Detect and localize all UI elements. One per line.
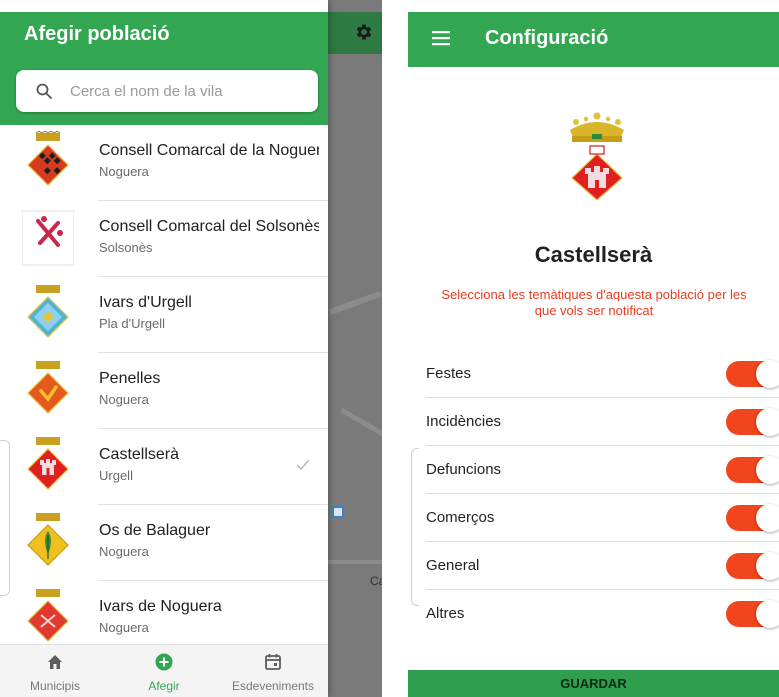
nav-esdeveniments[interactable]: Esdeveniments	[218, 645, 328, 697]
topic-label: Incidències	[426, 413, 502, 430]
topic-row-comercos: Comerços	[426, 494, 779, 542]
topic-label: Festes	[426, 365, 472, 382]
search-icon	[36, 83, 52, 99]
map-label: Ca	[370, 574, 382, 588]
town-title: Castellserà	[534, 242, 653, 267]
toggle-knob	[756, 408, 779, 436]
penelles-crest-icon	[27, 361, 69, 414]
town-name: Consell Comarcal de la Noguera	[99, 142, 319, 159]
town-row[interactable]: Penelles Noguera	[0, 353, 328, 429]
config-header: Configuració	[408, 12, 779, 67]
nav-afegir[interactable]: Afegir	[109, 645, 219, 697]
topic-row-altres: Altres	[426, 590, 779, 638]
home-icon	[48, 655, 62, 669]
bottom-navigation: Municipis Afegir Esdeveniments	[0, 644, 328, 697]
gear-icon[interactable]	[354, 22, 374, 42]
town-name: Consell Comarcal del Solsonès	[99, 218, 319, 235]
topics-instruction: Selecciona les temàtiques d'aquesta pobl…	[441, 287, 747, 318]
drawer-header: Afegir població	[0, 12, 328, 125]
ivars-urgell-crest-icon	[27, 285, 69, 338]
topic-label: General	[426, 557, 480, 574]
town-region: Noguera	[99, 164, 149, 179]
nav-label: Afegir	[148, 679, 180, 693]
town-row-selected[interactable]: Castellserà Urgell	[0, 429, 328, 505]
toggle-knob	[756, 360, 779, 388]
add-circle-icon	[155, 653, 173, 671]
town-list: Consell Comarcal de la Noguera Noguera C…	[0, 125, 328, 645]
map-road	[340, 407, 382, 438]
map-bus-marker	[332, 506, 344, 518]
background-map: Ca	[328, 0, 382, 697]
screenshot-root: Ca Afegir població	[0, 0, 779, 697]
topic-toggle[interactable]	[726, 360, 779, 388]
topic-label: Altres	[426, 605, 465, 622]
scroll-bracket	[411, 448, 419, 606]
town-region: Noguera	[99, 544, 149, 559]
check-icon	[296, 459, 310, 471]
town-region: Noguera	[99, 392, 149, 407]
town-region: Noguera	[99, 620, 149, 635]
ivars-noguera-crest-icon	[27, 589, 69, 642]
add-town-screen: Ca Afegir població	[0, 0, 382, 697]
topic-label: Comerços	[426, 509, 495, 526]
topic-toggle[interactable]	[726, 456, 779, 484]
nav-label: Esdeveniments	[231, 679, 315, 693]
town-name: Os de Balaguer	[99, 522, 211, 539]
drawer-title: Afegir població	[24, 23, 170, 45]
map-road	[328, 290, 382, 316]
os-balaguer-crest-icon	[27, 513, 69, 566]
topic-row-incidencies: Incidències	[426, 398, 779, 446]
town-region: Pla d'Urgell	[99, 316, 166, 331]
noguera-crest-icon	[27, 131, 69, 186]
topic-row-general: General	[426, 542, 779, 590]
topic-row-festes: Festes	[426, 350, 779, 398]
castellsera-crest-icon	[27, 437, 69, 490]
hamburger-menu-icon[interactable]	[432, 30, 450, 46]
town-row[interactable]: Os de Balaguer Noguera	[0, 505, 328, 581]
topic-row-defuncions: Defuncions	[426, 446, 779, 494]
config-title: Configuració	[485, 27, 609, 49]
calendar-icon	[265, 654, 281, 670]
toggle-knob	[756, 504, 779, 532]
topic-toggle[interactable]	[726, 504, 779, 532]
nav-label: Municipis	[29, 679, 80, 693]
toggle-knob	[756, 600, 779, 628]
town-name: Penelles	[99, 370, 161, 387]
town-name: Castellserà	[99, 446, 180, 463]
topic-toggle[interactable]	[726, 552, 779, 580]
map-road	[328, 560, 382, 564]
toggle-knob	[756, 456, 779, 484]
town-region: Solsonès	[99, 240, 153, 255]
add-town-drawer: Afegir població Cerca el nom de la vila …	[0, 0, 328, 697]
topic-toggle[interactable]	[726, 408, 779, 436]
town-name: Ivars de Noguera	[99, 598, 222, 615]
search-input[interactable]	[70, 70, 310, 112]
scroll-bracket	[0, 440, 10, 596]
topic-label: Defuncions	[426, 461, 502, 478]
search-box[interactable]	[16, 70, 318, 112]
configuration-screen: Configuració Castellserà Selecciona les …	[408, 0, 779, 697]
topic-toggle[interactable]	[726, 600, 779, 628]
toggle-knob	[756, 552, 779, 580]
town-region: Urgell	[99, 468, 133, 483]
town-row[interactable]: Ivars de Noguera Noguera	[0, 581, 328, 645]
save-button[interactable]: GUARDAR	[408, 670, 779, 697]
town-row[interactable]: Ivars d'Urgell Pla d'Urgell	[0, 277, 328, 353]
solsones-logo-icon	[22, 210, 74, 266]
map-header	[328, 12, 382, 54]
castellsera-crest-icon	[570, 112, 624, 200]
nav-municipis[interactable]: Municipis	[0, 645, 110, 697]
town-row[interactable]: Consell Comarcal del Solsonès Solsonès	[0, 201, 328, 277]
town-name: Ivars d'Urgell	[99, 294, 192, 311]
town-row[interactable]: Consell Comarcal de la Noguera Noguera	[0, 125, 328, 201]
